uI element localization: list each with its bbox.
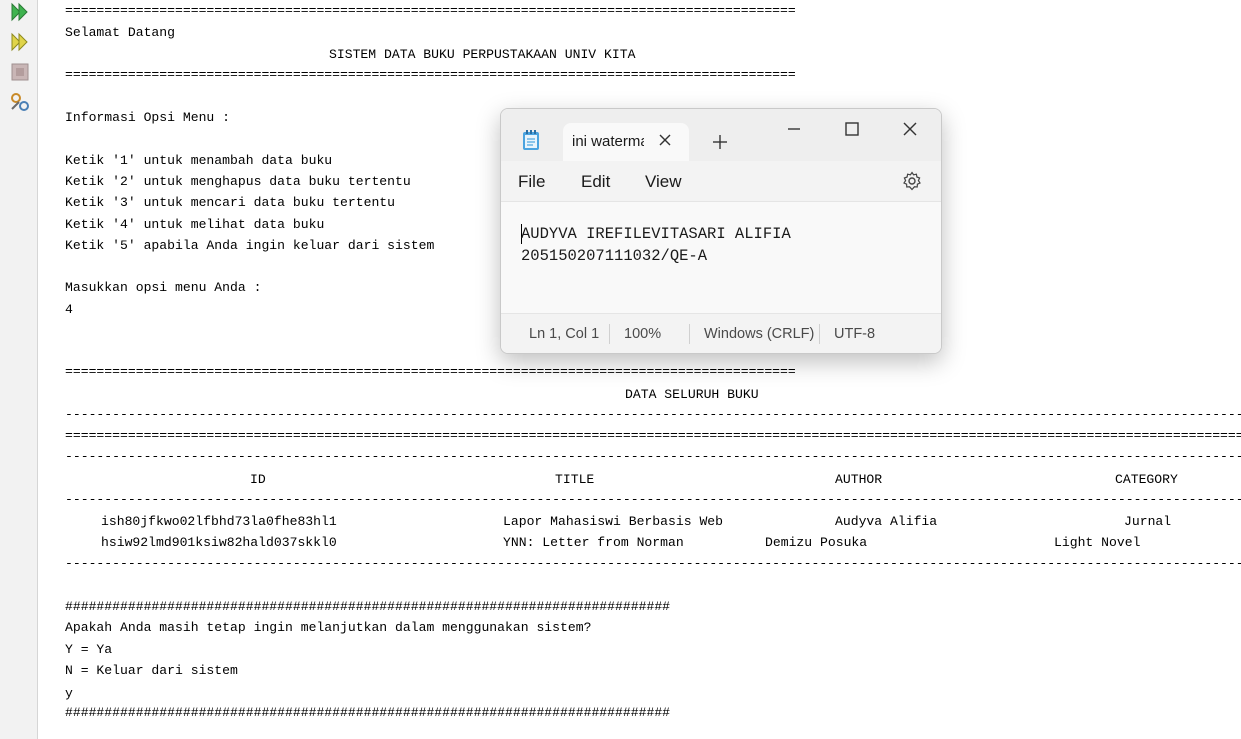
menu-file[interactable]: File <box>518 172 545 192</box>
minimize-icon[interactable] <box>786 121 802 137</box>
menu-option: Ketik '1' untuk menambah data buku <box>65 153 333 168</box>
menu-option: Ketik '4' untuk melihat data buku <box>65 217 325 232</box>
column-header-title: TITLE <box>555 472 595 487</box>
status-divider <box>819 324 820 344</box>
run-icon[interactable] <box>9 1 31 23</box>
dash-rule: ----------------------------------------… <box>65 492 1241 507</box>
table-title: DATA SELURUH BUKU <box>625 387 759 402</box>
editor-line: 205150207111032/QE-A <box>521 247 708 265</box>
separator-line: ========================================… <box>65 364 796 379</box>
status-divider <box>609 324 610 344</box>
option-yes: Y = Ya <box>65 642 113 657</box>
tab-title: ini watermark <box>572 133 644 150</box>
separator-line: ========================================… <box>65 3 796 18</box>
hash-rule: ########################################… <box>65 599 671 614</box>
status-divider <box>689 324 690 344</box>
cell-title: YNN: Letter from Norman <box>503 535 684 550</box>
status-line-ending: Windows (CRLF) <box>704 326 815 342</box>
menu-prompt: Masukkan opsi menu Anda : <box>65 280 262 295</box>
menu-edit[interactable]: Edit <box>581 172 610 192</box>
menu-view[interactable]: View <box>645 172 682 192</box>
new-tab-icon[interactable] <box>712 134 728 150</box>
notepad-app-icon <box>523 130 539 150</box>
cell-author: Audyva Alifia <box>835 514 938 529</box>
notepad-window: ini watermark File Edit View <box>500 108 942 354</box>
status-position: Ln 1, Col 1 <box>529 326 600 342</box>
column-header-id: ID <box>250 472 266 487</box>
cell-id: ish80jfkwo02lfbhd73la0fhe83hl1 <box>101 514 337 529</box>
dash-rule: ----------------------------------------… <box>65 449 1241 464</box>
menu-info-title: Informasi Opsi Menu : <box>65 110 231 125</box>
status-bar: Ln 1, Col 1 100% Windows (CRLF) UTF-8 <box>501 313 941 353</box>
continue-question: Apakah Anda masih tetap ingin melanjutka… <box>65 620 592 635</box>
stop-icon[interactable] <box>9 61 31 83</box>
cell-author: Demizu Posuka <box>765 535 868 550</box>
dash-rule: ----------------------------------------… <box>65 407 1241 422</box>
menu-input-value: 4 <box>65 302 73 317</box>
welcome-text: Selamat Datang <box>65 25 176 40</box>
hash-rule: ########################################… <box>65 705 671 720</box>
cell-title: Lapor Mahasiswi Berbasis Web <box>503 514 724 529</box>
maximize-icon[interactable] <box>844 121 860 137</box>
column-header-author: AUTHOR <box>835 472 883 487</box>
menu-option: Ketik '3' untuk mencari data buku terten… <box>65 195 396 210</box>
text-editor[interactable]: AUDYVA IREFILEVITASARI ALIFIA 2051502071… <box>501 201 941 314</box>
cell-category: Jurnal <box>1124 514 1172 529</box>
tab-document[interactable]: ini watermark <box>563 123 689 161</box>
system-title: SISTEM DATA BUKU PERPUSTAKAAN UNIV KITA <box>329 47 636 62</box>
menu-option: Ketik '5' apabila Anda ingin keluar dari… <box>65 238 435 253</box>
dash-rule: ----------------------------------------… <box>65 556 1241 571</box>
status-encoding: UTF-8 <box>834 326 876 342</box>
run-debug-icon[interactable] <box>9 31 31 53</box>
answer-input: y <box>65 686 73 701</box>
option-no: N = Keluar dari sistem <box>65 663 238 678</box>
title-bar: ini watermark <box>501 109 941 161</box>
status-zoom: 100% <box>624 326 662 342</box>
close-tab-icon[interactable] <box>658 133 672 147</box>
ide-toolbar-gutter <box>0 0 38 739</box>
menu-option: Ketik '2' untuk menghapus data buku tert… <box>65 174 411 189</box>
equals-rule: ========================================… <box>65 428 1241 443</box>
column-header-category: CATEGORY <box>1115 472 1178 487</box>
settings-tools-icon[interactable] <box>9 91 31 113</box>
separator-line: ========================================… <box>65 67 796 82</box>
cell-id: hsiw92lmd901ksiw82hald037skkl0 <box>101 535 337 550</box>
gear-icon[interactable] <box>902 171 922 191</box>
editor-line: AUDYVA IREFILEVITASARI ALIFIA <box>521 225 791 243</box>
close-window-icon[interactable] <box>902 121 918 137</box>
cell-category: Light Novel <box>1054 535 1141 550</box>
menu-bar: File Edit View <box>501 161 941 201</box>
